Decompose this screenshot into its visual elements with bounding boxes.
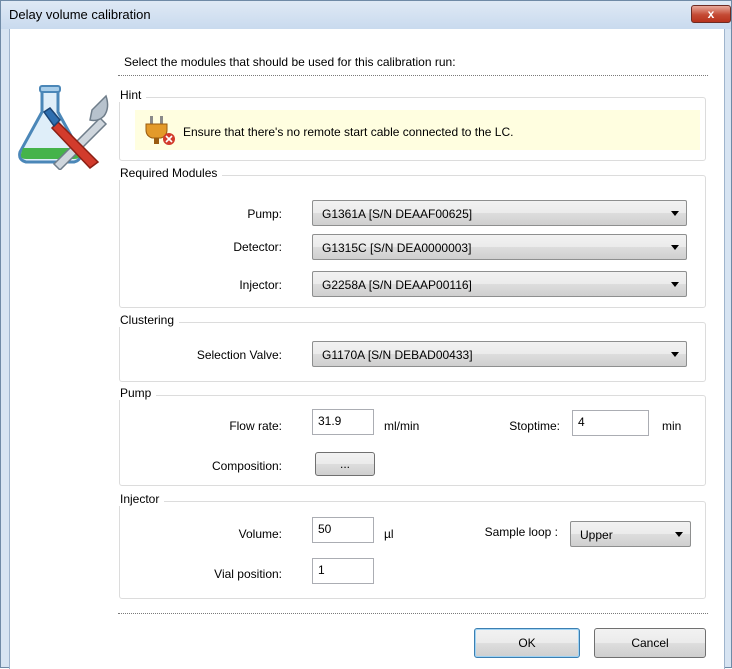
- chevron-down-icon: [671, 282, 679, 287]
- chevron-down-icon: [671, 245, 679, 250]
- injector-group: Injector: [115, 492, 706, 599]
- volume-value: 50: [318, 522, 332, 536]
- selection-valve-value: G1170A [S/N DEBAD00433]: [322, 348, 473, 362]
- chevron-down-icon: [671, 211, 679, 216]
- sample-loop-select[interactable]: Upper: [570, 521, 691, 547]
- injector-module-label: Injector:: [239, 278, 282, 292]
- hint-group-title: Hint: [115, 88, 147, 102]
- plug-warning-icon: [145, 116, 175, 145]
- clustering-title: Clustering: [115, 313, 180, 327]
- flow-rate-value: 31.9: [318, 414, 342, 428]
- stoptime-unit: min: [662, 419, 682, 433]
- detector-select-value: G1315C [S/N DEA0000003]: [322, 241, 472, 255]
- injector-select-value: G2258A [S/N DEAAP00116]: [322, 278, 472, 292]
- pump-select[interactable]: G1361A [S/N DEAAF00625]: [312, 200, 687, 226]
- injector-select[interactable]: G2258A [S/N DEAAP00116]: [312, 271, 687, 297]
- flow-rate-label: Flow rate:: [229, 419, 282, 433]
- hint-text: Ensure that there's no remote start cabl…: [183, 125, 514, 139]
- close-button[interactable]: x: [691, 5, 731, 23]
- composition-label: Composition:: [211, 459, 282, 473]
- detector-select[interactable]: G1315C [S/N DEA0000003]: [312, 234, 687, 260]
- stoptime-input[interactable]: 4: [572, 410, 649, 436]
- required-modules-title: Required Modules: [115, 166, 223, 180]
- sample-loop-label: Sample loop :: [484, 525, 558, 539]
- top-separator: [118, 75, 708, 76]
- flow-rate-input[interactable]: 31.9: [312, 409, 374, 435]
- composition-button[interactable]: ...: [315, 452, 375, 476]
- instruction-text: Select the modules that should be used f…: [124, 55, 456, 69]
- flow-rate-unit: ml/min: [384, 419, 420, 433]
- pump-select-value: G1361A [S/N DEAAF00625]: [322, 207, 473, 221]
- sample-loop-value: Upper: [580, 528, 613, 542]
- injector-group-title: Injector: [115, 492, 165, 506]
- vial-position-value: 1: [318, 563, 325, 577]
- pump-group-title: Pump: [115, 386, 157, 400]
- vial-position-label: Vial position:: [214, 567, 282, 581]
- selection-valve-label: Selection Valve:: [196, 348, 282, 362]
- selection-valve-select[interactable]: G1170A [S/N DEBAD00433]: [312, 341, 687, 367]
- title-bar[interactable]: Delay volume calibration x: [1, 1, 731, 29]
- volume-label: Volume:: [238, 527, 282, 541]
- stoptime-value: 4: [578, 415, 585, 429]
- chevron-down-icon: [671, 352, 679, 357]
- ok-button[interactable]: OK: [474, 628, 580, 658]
- chevron-down-icon: [675, 532, 683, 537]
- stoptime-label: Stoptime:: [509, 419, 560, 433]
- bottom-separator: [118, 613, 708, 614]
- pump-label: Pump:: [247, 207, 282, 221]
- cancel-button[interactable]: Cancel: [594, 628, 706, 658]
- volume-unit: µl: [384, 527, 394, 541]
- volume-input[interactable]: 50: [312, 517, 374, 543]
- window-title: Delay volume calibration: [9, 7, 151, 22]
- detector-label: Detector:: [233, 240, 282, 254]
- lab-flask-tools-icon: [18, 85, 109, 170]
- vial-position-input[interactable]: 1: [312, 558, 374, 584]
